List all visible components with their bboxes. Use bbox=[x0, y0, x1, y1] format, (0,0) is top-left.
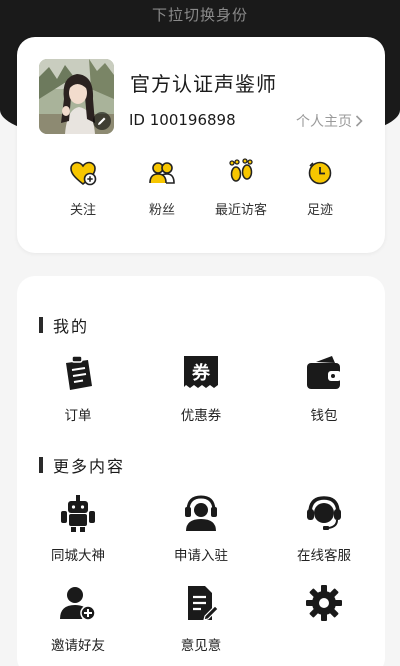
orders-label: 订单 bbox=[64, 408, 92, 424]
feedback-doc-icon bbox=[188, 586, 219, 621]
feedback-button[interactable]: 意见意 bbox=[146, 583, 256, 654]
avatar[interactable] bbox=[39, 59, 114, 134]
follow-label: 关注 bbox=[69, 203, 96, 218]
apply-join-label: 申请入驻 bbox=[174, 548, 228, 564]
edit-avatar-icon[interactable] bbox=[93, 112, 111, 130]
switch-identity-hint[interactable]: 下拉切换身份 bbox=[0, 4, 400, 25]
local-masters-button[interactable]: 同城大神 bbox=[23, 493, 133, 564]
order-clipboard-icon bbox=[66, 355, 92, 390]
orders-button[interactable]: 订单 bbox=[23, 353, 133, 424]
robot-icon bbox=[61, 495, 95, 532]
personal-homepage-label: 个人主页 bbox=[296, 114, 352, 130]
svg-text:券: 券 bbox=[191, 362, 211, 384]
wallet-button[interactable]: 钱包 bbox=[269, 353, 379, 424]
section-title-mine: 我的 bbox=[39, 313, 89, 337]
online-support-button[interactable]: 在线客服 bbox=[269, 493, 379, 564]
invite-friends-button[interactable]: 邀请好友 bbox=[23, 583, 133, 654]
apply-join-button[interactable]: 申请入驻 bbox=[146, 493, 256, 564]
section-marker bbox=[39, 457, 43, 473]
follow-button[interactable]: 关注 bbox=[43, 157, 123, 218]
menu-card: 我的 订单 券 优惠券 钱包 更多内容 同城大神 申请入驻 在线客服 邀请好友 … bbox=[17, 276, 385, 666]
coupons-label: 优惠券 bbox=[180, 408, 222, 424]
invite-friends-label: 邀请好友 bbox=[51, 638, 105, 654]
clock-icon bbox=[308, 161, 332, 185]
gear-icon bbox=[306, 585, 342, 621]
recent-visitors-label: 最近访客 bbox=[214, 203, 267, 218]
coupon-icon: 券 bbox=[184, 356, 218, 388]
chevron-right-icon bbox=[355, 115, 363, 127]
customer-service-icon bbox=[307, 496, 341, 530]
personal-homepage-link[interactable]: 个人主页 bbox=[296, 111, 363, 131]
section-title-more: 更多内容 bbox=[39, 453, 125, 477]
fans-button[interactable]: 粉丝 bbox=[122, 157, 202, 218]
footprints-icon bbox=[229, 158, 253, 182]
wallet-label: 钱包 bbox=[310, 408, 338, 424]
section-title-more-text: 更多内容 bbox=[53, 457, 126, 476]
users-icon bbox=[149, 162, 175, 184]
footprint-label: 足迹 bbox=[306, 203, 333, 218]
online-support-label: 在线客服 bbox=[297, 548, 351, 564]
add-user-icon bbox=[60, 587, 96, 621]
headset-user-icon bbox=[185, 495, 217, 531]
feedback-label: 意见意 bbox=[180, 638, 222, 654]
local-masters-label: 同城大神 bbox=[51, 548, 105, 564]
settings-button[interactable] bbox=[269, 583, 379, 634]
heart-plus-icon bbox=[70, 161, 97, 186]
section-marker bbox=[39, 317, 43, 333]
coupons-button[interactable]: 券 优惠券 bbox=[146, 353, 256, 424]
footprint-button[interactable]: 足迹 bbox=[280, 157, 360, 218]
profile-card: 官方认证声鉴师 ID 100196898 个人主页 关注 粉丝 最近访客 足迹 bbox=[17, 37, 385, 253]
section-title-mine-text: 我的 bbox=[53, 317, 90, 336]
user-name: 官方认证声鉴师 bbox=[130, 72, 277, 96]
quick-actions-row: 关注 粉丝 最近访客 足迹 bbox=[17, 157, 385, 227]
recent-visitors-button[interactable]: 最近访客 bbox=[201, 157, 281, 218]
wallet-icon bbox=[307, 356, 341, 389]
fans-label: 粉丝 bbox=[148, 203, 175, 218]
user-id: ID 100196898 bbox=[129, 111, 236, 129]
